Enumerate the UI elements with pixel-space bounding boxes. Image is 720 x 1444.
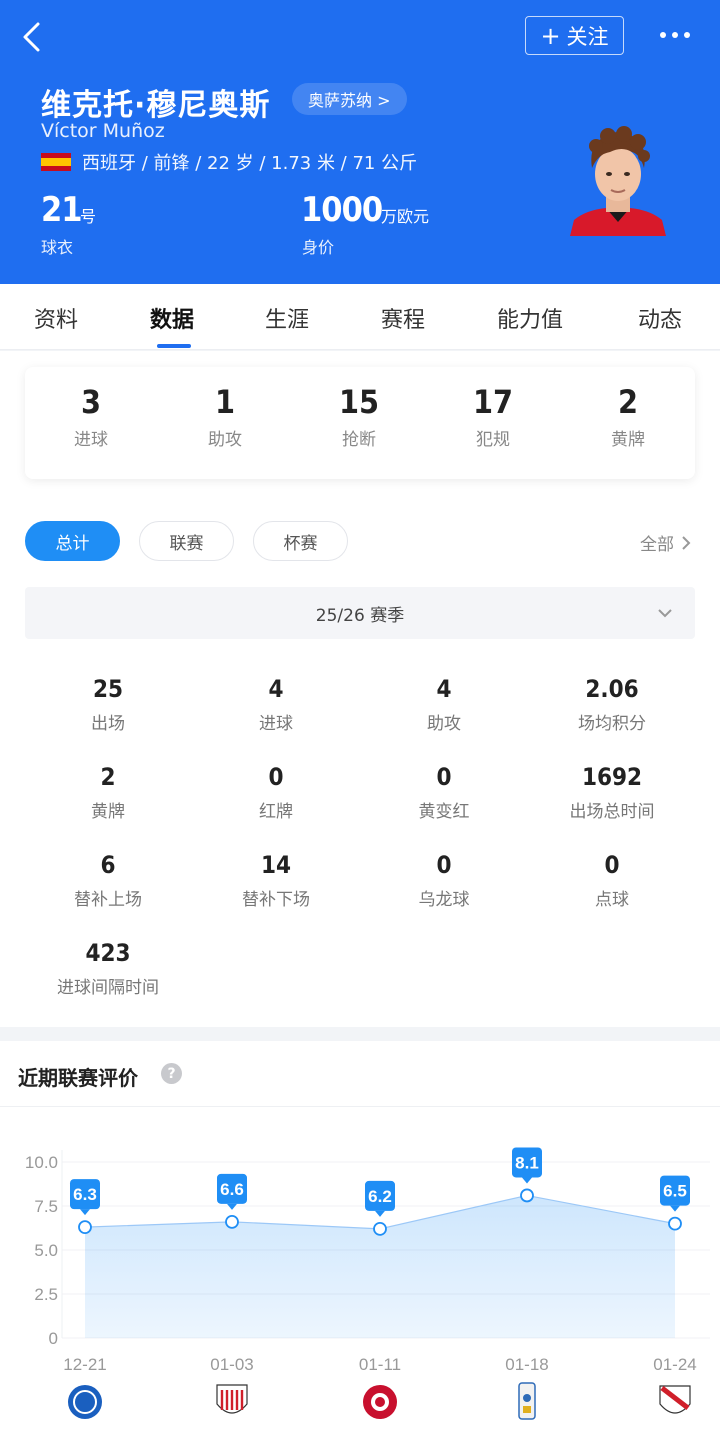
crest-dot [523, 1394, 531, 1402]
shirt-number: 21 [41, 190, 83, 230]
rating-chart: 10.0 7.5 5.0 2.5 0 12-21 01-03 01-11 01-18 01-24… [25, 1147, 710, 1420]
opponent-crest-icon [68, 1385, 102, 1419]
rating-badge-pointer [227, 1203, 237, 1210]
stat-item: 4 助攻 [427, 675, 461, 734]
tab-profile[interactable]: 资料 [34, 302, 78, 334]
shirt-label: 球衣 [41, 238, 74, 257]
tab-news[interactable]: 动态 [638, 302, 682, 334]
x-tick-label: 01-11 [359, 1355, 401, 1374]
opponent-crest-icon [659, 1385, 691, 1414]
crest-dot [375, 1397, 385, 1407]
follow-button[interactable]: + 关注 [525, 16, 624, 55]
summary-stat: 15 抢断 [338, 383, 380, 450]
active-tab-indicator [157, 344, 191, 348]
rating-point [373, 1221, 387, 1236]
rating-badge-pointer [522, 1177, 532, 1184]
y-tick-label: 5.0 [34, 1241, 58, 1260]
stat-item: 2.06 场均积分 [578, 675, 646, 734]
shirt-unit: 号 [80, 207, 97, 226]
x-tick-label: 01-18 [505, 1355, 548, 1374]
filter-cup[interactable]: 杯赛 [253, 521, 348, 561]
market-value-label: 身价 [302, 238, 335, 257]
rating-point [520, 1188, 534, 1203]
chevron-down-icon [658, 609, 672, 618]
player-name: 维克托·穆尼奥斯 [41, 88, 271, 123]
player-latin-name: Víctor Muñoz [41, 120, 165, 142]
summary-card: 3 进球 1 助攻 15 抢断 17 犯规 2 黄牌 [25, 367, 695, 479]
market-value: 1000 [301, 190, 383, 230]
player-photo [570, 126, 666, 236]
stat-item: 423 进球间隔时间 [57, 939, 159, 998]
tab-ability[interactable]: 能力值 [497, 302, 563, 334]
rating-point [225, 1214, 239, 1229]
rating-badge-pointer [375, 1210, 385, 1217]
rating-point [668, 1216, 682, 1231]
crest-detail [523, 1406, 531, 1413]
rating-value-label: 6.6 [220, 1180, 244, 1199]
stat-item: 1692 出场总时间 [569, 763, 655, 822]
stat-item: 0 乌龙球 [418, 851, 470, 910]
spain-flag-icon [41, 153, 71, 171]
opponent-crest-icon [363, 1385, 397, 1419]
stat-item: 0 红牌 [259, 763, 293, 822]
market-value-unit: 万欧元 [381, 207, 430, 226]
player-header: + 关注 维克托·穆尼奥斯 奥萨苏纳 > Víctor Muñoz 西班牙 / 前… [0, 0, 720, 284]
stat-item: 14 替补下场 [242, 851, 310, 910]
tab-career[interactable]: 生涯 [265, 302, 309, 334]
rating-badge-pointer [670, 1205, 680, 1212]
filter-total[interactable]: 总计 [25, 521, 120, 561]
rating-value-label: 6.2 [368, 1187, 392, 1206]
filter-league[interactable]: 联赛 [139, 521, 234, 561]
back-arrow-icon[interactable] [18, 20, 46, 54]
rating-badge-pointer [80, 1209, 90, 1216]
summary-stat: 2 黄牌 [611, 383, 645, 450]
rating-point [78, 1220, 92, 1235]
x-tick-label: 01-24 [653, 1355, 696, 1374]
club-link[interactable]: 奥萨苏纳 > [292, 83, 407, 115]
stat-item: 6 替补上场 [74, 851, 142, 910]
summary-stat: 1 助攻 [208, 383, 242, 450]
season-selector[interactable]: 25/26 赛季 [25, 587, 695, 639]
rating-value-label: 6.3 [73, 1185, 97, 1204]
summary-stat: 3 进球 [74, 383, 108, 450]
tab-bar: 资料 数据 生涯 赛程 能力值 动态 [0, 284, 720, 350]
stat-item: 0 黄变红 [418, 763, 470, 822]
y-tick-label: 10.0 [25, 1153, 58, 1172]
tab-stats[interactable]: 数据 [150, 302, 194, 334]
opponent-crest-icon [518, 1382, 536, 1420]
all-competitions-link[interactable]: 全部 [640, 530, 692, 555]
player-info: 西班牙 / 前锋 / 22 岁 / 1.73 米 / 71 公斤 [82, 153, 418, 174]
help-icon[interactable]: ? [161, 1063, 182, 1084]
chevron-right-icon [682, 536, 691, 550]
tab-schedule[interactable]: 赛程 [381, 302, 425, 334]
plus-icon: + [540, 21, 561, 50]
y-tick-label: 2.5 [34, 1285, 58, 1304]
rating-value-label: 6.5 [663, 1182, 687, 1201]
rating-value-label: 8.1 [515, 1153, 539, 1172]
rating-title: 近期联赛评价 [18, 1066, 138, 1090]
stat-item: 0 点球 [595, 851, 629, 910]
x-tick-label: 01-03 [210, 1355, 253, 1374]
divider [0, 1106, 720, 1107]
stat-item: 2 黄牌 [91, 763, 125, 822]
x-tick-label: 12-21 [63, 1355, 106, 1374]
stat-item: 4 进球 [259, 675, 293, 734]
stat-item: 25 出场 [91, 675, 125, 734]
summary-stat: 17 犯规 [472, 383, 514, 450]
y-tick-label: 7.5 [34, 1197, 58, 1216]
y-tick-label: 0 [49, 1329, 58, 1348]
opponent-crest-icon [216, 1384, 248, 1414]
more-options-icon[interactable] [660, 24, 696, 46]
